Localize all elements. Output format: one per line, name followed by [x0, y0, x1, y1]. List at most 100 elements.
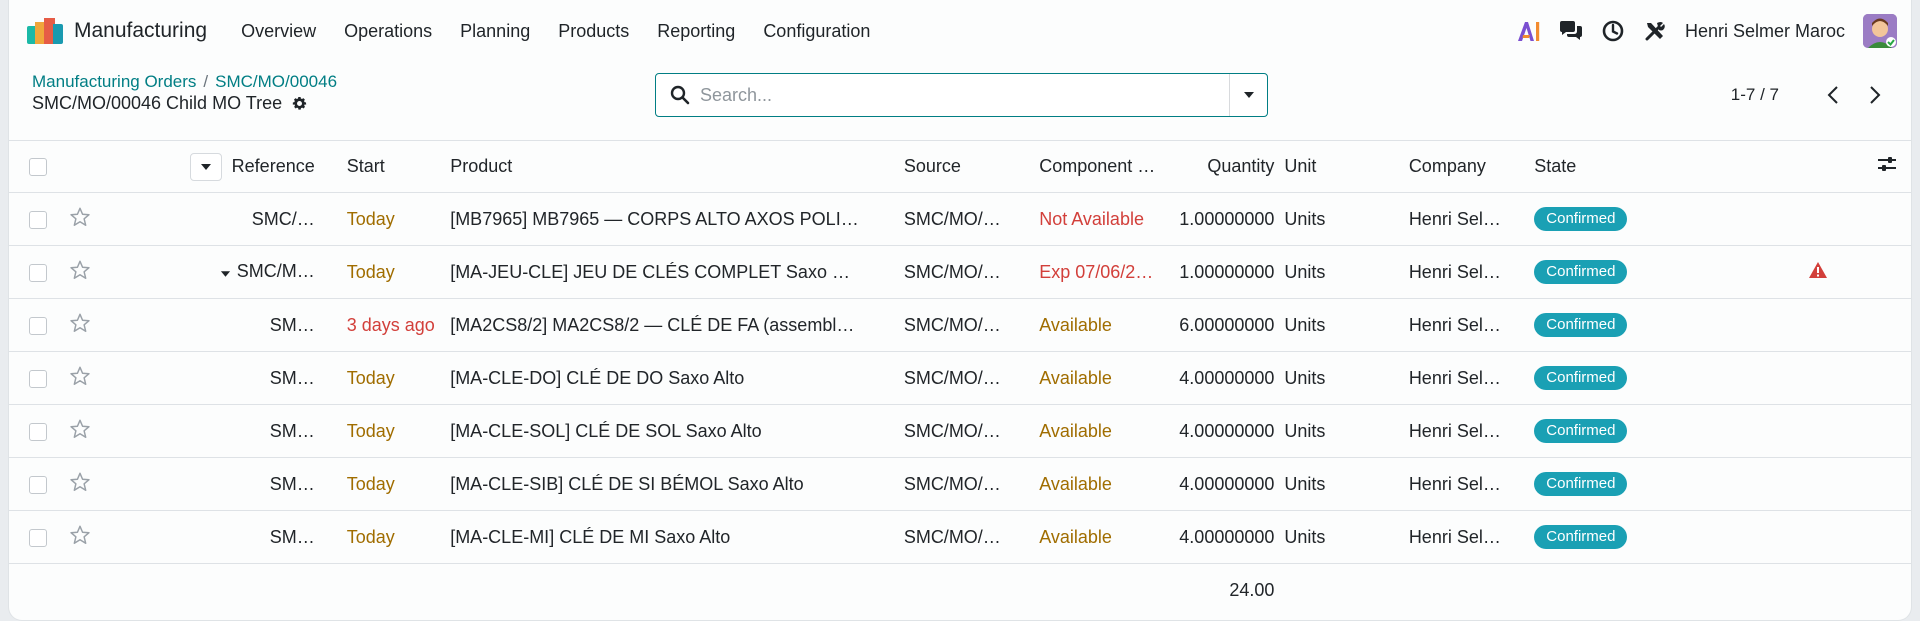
cell-company: Henri Sel…	[1403, 245, 1530, 299]
star-icon[interactable]	[69, 260, 91, 285]
star-icon[interactable]	[69, 419, 91, 444]
gear-icon[interactable]	[291, 95, 308, 112]
star-icon[interactable]	[69, 366, 91, 391]
menu-operations[interactable]: Operations	[344, 21, 432, 42]
app-brand[interactable]: Manufacturing	[27, 18, 207, 44]
column-header-reference[interactable]: Reference	[232, 155, 315, 175]
column-header-company[interactable]: Company	[1403, 140, 1530, 193]
cell-quantity: 6.00000000	[1172, 298, 1280, 352]
search-box	[655, 73, 1268, 117]
cell-component-status: Available	[1023, 457, 1173, 511]
table-row[interactable]: SM… 3 days ago [MA2CS8/2] MA2CS8/2 — CLÉ D…	[9, 298, 1911, 352]
cell-component-status: Not Available	[1023, 192, 1173, 246]
tools-icon[interactable]	[1643, 19, 1667, 43]
column-header-product[interactable]: Product	[440, 140, 899, 193]
breadcrumb: Manufacturing Orders / SMC/MO/00046	[32, 72, 337, 92]
page-title-row: SMC/MO/00046 Child MO Tree	[32, 93, 308, 114]
cell-source: SMC/MO/…	[898, 192, 1024, 246]
optional-columns-icon[interactable]	[1877, 157, 1897, 177]
cell-reference: SMC/…	[251, 208, 315, 229]
navbar-systray: Henri Selmer Maroc	[1517, 0, 1911, 62]
caret-down-icon[interactable]	[220, 262, 231, 283]
cell-quantity: 4.00000000	[1172, 404, 1280, 458]
table-header-row: Reference Start Product Source Component…	[9, 140, 1911, 193]
pager-next-button[interactable]	[1863, 79, 1887, 111]
app-name: Manufacturing	[74, 19, 208, 42]
cell-reference: SM…	[269, 526, 315, 547]
ai-icon[interactable]	[1517, 19, 1541, 43]
menu-reporting[interactable]: Reporting	[657, 21, 735, 42]
cell-quantity: 4.00000000	[1172, 510, 1280, 564]
cell-unit: Units	[1279, 351, 1404, 405]
pager: 1-7 / 7	[1731, 79, 1887, 111]
pager-previous-button[interactable]	[1821, 79, 1845, 111]
user-menu[interactable]: Henri Selmer Maroc	[1685, 21, 1845, 42]
column-header-component-status[interactable]: Component …	[1023, 140, 1173, 193]
menu-overview[interactable]: Overview	[241, 21, 316, 42]
star-icon[interactable]	[69, 472, 91, 497]
cell-start: Today	[314, 245, 441, 299]
cell-component-status: Available	[1023, 404, 1173, 458]
main-menu: Overview Operations Planning Products Re…	[227, 21, 884, 42]
cell-start: Today	[314, 192, 441, 246]
cell-component-status: Available	[1023, 510, 1173, 564]
row-checkbox[interactable]	[29, 210, 47, 229]
clock-icon[interactable]	[1601, 19, 1625, 43]
cell-component-status: Available	[1023, 351, 1173, 405]
cell-product: [MA-CLE-SOL] CLÉ DE SOL Saxo Alto	[440, 404, 899, 458]
table-row[interactable]: SM… Today [MA-CLE-DO] CLÉ DE DO Saxo Alto S…	[9, 351, 1911, 405]
row-checkbox[interactable]	[29, 475, 47, 494]
breadcrumb-record[interactable]: SMC/MO/00046	[215, 72, 337, 91]
search-input[interactable]	[700, 75, 1229, 115]
search-options-toggle[interactable]	[1229, 74, 1267, 116]
menu-planning[interactable]: Planning	[460, 21, 530, 42]
cell-product: [MA-CLE-DO] CLÉ DE DO Saxo Alto	[440, 351, 899, 405]
table-row[interactable]: SM… Today [MA-CLE-MI] CLÉ DE MI Saxo Alto S…	[9, 510, 1911, 564]
cell-quantity: 4.00000000	[1172, 351, 1280, 405]
star-icon[interactable]	[69, 525, 91, 550]
user-avatar[interactable]	[1863, 14, 1897, 48]
table-row[interactable]: SM… Today [MA-CLE-SIB] CLÉ DE SI BÉMOL Sax…	[9, 457, 1911, 511]
cell-product: [MA-JEU-CLE] JEU DE CLÉS COMPLET Saxo …	[440, 245, 899, 299]
breadcrumb-separator: /	[203, 72, 209, 91]
column-header-unit[interactable]: Unit	[1279, 140, 1404, 193]
column-header-state[interactable]: State	[1529, 140, 1788, 193]
cell-reference: SM…	[269, 420, 315, 441]
column-header-source[interactable]: Source	[898, 140, 1024, 193]
row-checkbox[interactable]	[29, 369, 47, 388]
expand-all-toggle[interactable]	[189, 152, 222, 181]
cell-reference: SM…	[269, 473, 315, 494]
status-badge: Confirmed	[1534, 419, 1628, 443]
column-header-quantity[interactable]: Quantity	[1172, 140, 1280, 193]
star-icon[interactable]	[69, 313, 91, 338]
breadcrumb-manufacturing-orders[interactable]: Manufacturing Orders	[32, 72, 196, 91]
cell-unit: Units	[1279, 510, 1404, 564]
cell-product: [MA-CLE-SIB] CLÉ DE SI BÉMOL Saxo Alto	[440, 457, 899, 511]
select-all-checkbox[interactable]	[29, 158, 47, 177]
row-checkbox[interactable]	[29, 316, 47, 335]
total-quantity: 24.00	[1229, 579, 1275, 600]
cell-component-status: Available	[1023, 298, 1173, 352]
table-row[interactable]: SM… Today [MA-CLE-SOL] CLÉ DE SOL Saxo Alt…	[9, 404, 1911, 458]
row-checkbox[interactable]	[29, 422, 47, 441]
search-icon[interactable]	[670, 85, 690, 105]
chevron-right-icon	[1870, 86, 1881, 104]
cell-source: SMC/MO/…	[898, 351, 1024, 405]
cell-product: [MA2CS8/2] MA2CS8/2 — CLÉ DE FA (assembl…	[440, 298, 899, 352]
row-checkbox[interactable]	[29, 263, 47, 282]
status-badge: Confirmed	[1534, 525, 1628, 549]
chat-icon[interactable]	[1559, 19, 1583, 43]
pager-value[interactable]: 1-7 / 7	[1731, 85, 1779, 105]
menu-products[interactable]: Products	[558, 21, 629, 42]
table-row[interactable]: SMC/… Today [MB7965] MB7965 — CORPS ALTO A…	[9, 192, 1911, 246]
cell-unit: Units	[1279, 404, 1404, 458]
manufacturing-app-icon	[27, 18, 64, 44]
cell-unit: Units	[1279, 457, 1404, 511]
row-checkbox[interactable]	[29, 528, 47, 547]
table-row[interactable]: SMC/M… Today [MA-JEU-CLE] JEU DE CLÉS COMP…	[9, 245, 1911, 299]
cell-quantity: 4.00000000	[1172, 457, 1280, 511]
star-icon[interactable]	[69, 207, 91, 232]
cell-reference: SM…	[269, 367, 315, 388]
menu-configuration[interactable]: Configuration	[763, 21, 870, 42]
column-header-start[interactable]: Start	[314, 140, 441, 193]
